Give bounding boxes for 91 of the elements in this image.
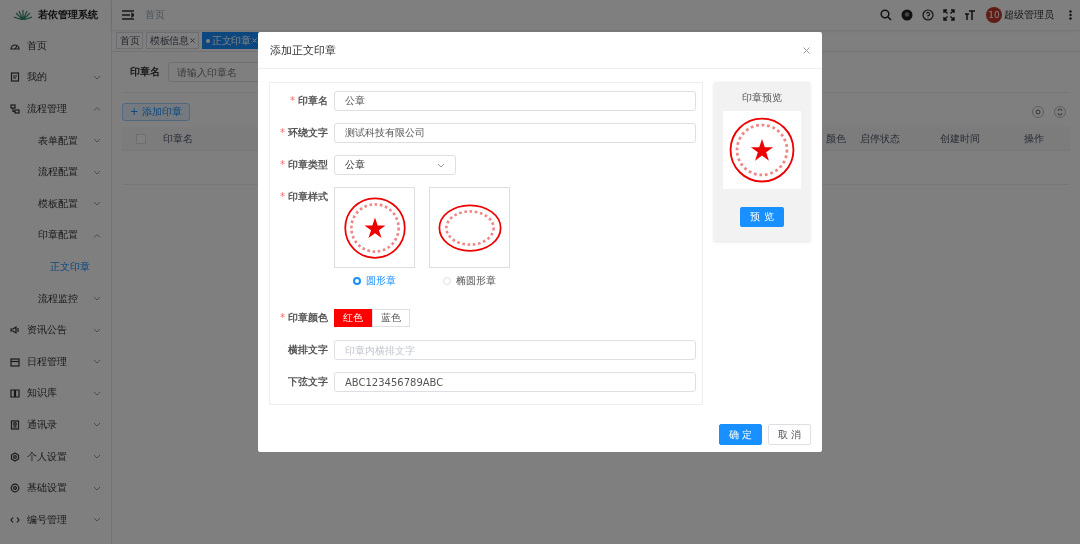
- preview-button[interactable]: 预 览: [740, 207, 784, 227]
- color-option[interactable]: 红色: [334, 309, 372, 327]
- chevron-up-icon: [93, 106, 101, 112]
- menu-item[interactable]: 流程配置: [0, 156, 111, 188]
- chevron-down-icon: [93, 390, 101, 396]
- search-label: 印章名: [130, 65, 160, 79]
- code-icon: [10, 514, 20, 525]
- contact-book-icon: [10, 419, 20, 430]
- close-icon: [190, 38, 195, 43]
- menu-item[interactable]: 通讯录: [0, 409, 111, 441]
- chevron-down-icon: [93, 485, 101, 491]
- column-header: 启停状态: [860, 131, 901, 146]
- chevron-down-icon: [93, 422, 101, 428]
- menu-item[interactable]: 我的: [0, 61, 111, 94]
- chevron-down-icon: [93, 74, 101, 80]
- field-label: * 印章颜色: [279, 311, 329, 325]
- avatar[interactable]: 10: [986, 7, 1002, 23]
- field-label: * 印章类型: [279, 158, 329, 172]
- search-icon[interactable]: [880, 9, 892, 21]
- column-header: 印章名: [163, 131, 193, 146]
- column-header: 创建时间: [940, 131, 981, 146]
- font-size-icon[interactable]: [964, 9, 976, 21]
- text-field[interactable]: 测试科技有限公司: [334, 123, 696, 143]
- color-option[interactable]: 蓝色: [372, 309, 410, 327]
- field-label: * 印章名: [289, 94, 329, 108]
- radio-option[interactable]: 椭圆形章: [443, 274, 496, 288]
- chevron-down-icon: [93, 517, 101, 523]
- tab[interactable]: 首页: [116, 32, 143, 49]
- chevron-down-icon: [93, 169, 101, 175]
- column-header: 操作: [1024, 131, 1045, 146]
- field-label: * 印章样式: [279, 190, 329, 204]
- menu-item[interactable]: 印章配置: [0, 219, 111, 252]
- preview-title: 印章预览: [742, 91, 782, 105]
- chevron-down-icon: [93, 138, 101, 144]
- radio-button[interactable]: [353, 277, 361, 285]
- chevron-down-icon: [93, 327, 101, 333]
- close-icon[interactable]: [803, 46, 810, 54]
- fullscreen-icon[interactable]: [943, 9, 955, 21]
- menu-item[interactable]: 日程管理: [0, 345, 111, 378]
- user-name[interactable]: 超级管理员: [1004, 8, 1054, 22]
- menu-icon: [122, 10, 134, 20]
- chevron-down-icon: [93, 454, 101, 459]
- more-vertical-icon: [1069, 10, 1072, 20]
- tab[interactable]: 正文印章: [202, 32, 261, 49]
- seal-image-card[interactable]: [334, 187, 415, 268]
- field-label: * 环绕文字: [279, 126, 329, 140]
- radio-option[interactable]: 圆形章: [353, 274, 396, 288]
- menu-item[interactable]: 流程监控: [0, 282, 111, 315]
- dialog-title: 添加正文印章: [270, 42, 336, 58]
- field-label: 横排文字: [287, 343, 329, 357]
- chevron-up-icon: [93, 232, 101, 238]
- plant-logo-icon: [14, 10, 32, 20]
- required-mark: *: [280, 312, 285, 323]
- required-mark: *: [290, 95, 295, 106]
- settings-icon: [10, 483, 20, 494]
- flow-icon: [10, 104, 20, 114]
- app-title: 若依管理系统: [38, 8, 98, 22]
- tab[interactable]: 模板信息: [146, 32, 199, 49]
- menu-item[interactable]: 流程管理: [0, 93, 111, 125]
- menu-item[interactable]: 个人设置: [0, 440, 111, 473]
- column-header: 颜色: [826, 131, 847, 146]
- menu-item[interactable]: 首页: [0, 30, 111, 62]
- chevron-down-icon: [93, 359, 101, 365]
- menu-item[interactable]: 基础设置: [0, 472, 111, 504]
- book-icon: [10, 388, 20, 399]
- menu-item[interactable]: 资讯公告: [0, 314, 111, 346]
- document-icon: [10, 72, 20, 83]
- menu-item[interactable]: 正文印章: [0, 251, 111, 283]
- required-mark: *: [280, 191, 285, 202]
- menu-item[interactable]: 知识库: [0, 377, 111, 410]
- menu-item[interactable]: 编号管理: [0, 503, 111, 536]
- help-icon[interactable]: [922, 9, 934, 21]
- search-icon: [1032, 106, 1044, 118]
- menu-item[interactable]: 模板配置: [0, 187, 111, 220]
- cancel-button[interactable]: 取 消: [767, 424, 811, 445]
- dropdown[interactable]: 公章: [334, 155, 456, 175]
- field-label: 下弦文字: [287, 375, 329, 389]
- chevron-down-icon: [93, 201, 101, 207]
- chevron-down-icon: [437, 162, 445, 168]
- calendar-icon: [10, 356, 20, 367]
- text-field[interactable]: ABC123456789ABC: [334, 372, 696, 392]
- required-mark: *: [280, 159, 285, 170]
- seal-image-card[interactable]: [429, 187, 510, 268]
- confirm-button[interactable]: 确 定: [718, 424, 762, 445]
- menu-item[interactable]: 表单配置: [0, 124, 111, 157]
- text-field[interactable]: 公章: [334, 91, 696, 111]
- chevron-down-icon: [93, 296, 101, 302]
- user-settings-icon: [10, 451, 20, 462]
- refresh-icon: [1054, 106, 1066, 118]
- required-mark: *: [280, 127, 285, 138]
- speaker-icon: [10, 325, 20, 336]
